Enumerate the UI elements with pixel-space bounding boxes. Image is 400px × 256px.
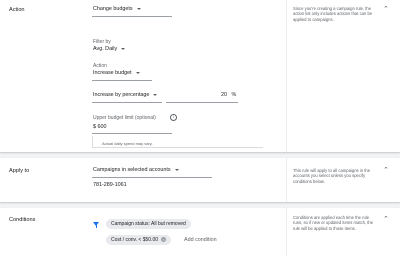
action-help-text: Since you're creating a campaign rule, t… (293, 6, 373, 22)
action-type-value: Change budgets (93, 6, 133, 12)
action-value: Increase budget (93, 70, 132, 76)
close-icon[interactable]: × (161, 237, 167, 243)
apply-scope-dropdown[interactable]: Campaigns in selected accounts (93, 167, 179, 173)
action-type-dropdown[interactable]: Change budgets (93, 6, 141, 12)
percent-value: 20 (221, 92, 227, 98)
apply-help-text: This rule will apply to all campaigns in… (293, 168, 371, 184)
action-underline (92, 80, 152, 81)
dropdown-caret-icon (136, 7, 141, 10)
dropdown-caret-icon (121, 47, 126, 50)
chevron-up-icon[interactable]: ⌃ (383, 167, 389, 174)
action-dropdown[interactable]: Increase budget (93, 70, 140, 76)
add-condition-button[interactable]: Add condition (184, 237, 217, 243)
chevron-up-icon[interactable]: ⌃ (383, 6, 389, 13)
info-icon[interactable]: i (170, 114, 177, 121)
percent-underline (166, 102, 238, 103)
percent-unit: % (231, 92, 237, 98)
condition-chip[interactable]: Cost / conv. < $50.00 × (106, 235, 172, 245)
conditions-help-text: Conditions are applied each time the rul… (293, 215, 374, 231)
help-divider (286, 158, 287, 202)
action-section-label: Action (9, 7, 25, 13)
method-underline (92, 102, 162, 103)
action-label: Action (93, 63, 107, 69)
condition-chip-label: Campaign status: All but removed (111, 221, 186, 227)
budget-limit-label: Upper budget limit (optional) (93, 115, 156, 121)
dropdown-caret-icon (174, 168, 179, 171)
account-id: 781-289-1061 (93, 182, 127, 188)
filter-by-value: Avg. Daily (93, 46, 118, 52)
dropdown-caret-icon (153, 93, 158, 96)
apply-to-section: Apply to Campaigns in selected accounts … (0, 158, 400, 202)
help-divider (286, 208, 287, 256)
budget-limit-underline (92, 133, 172, 134)
help-divider (286, 0, 287, 152)
budget-note: Actual daily spend may vary. (102, 141, 153, 146)
filter-icon-stem (95, 225, 98, 228)
filter-by-label: Filter by (93, 39, 111, 45)
method-dropdown[interactable]: Increase by percentage (93, 92, 158, 98)
action-type-underline (92, 16, 172, 17)
action-section: Action Change budgets Filter by Avg. Dai… (0, 0, 400, 152)
conditions-label: Conditions (9, 217, 36, 223)
apply-to-label: Apply to (9, 168, 30, 174)
budget-limit-input[interactable]: $ 600 (93, 124, 107, 130)
chevron-up-icon[interactable]: ⌃ (383, 216, 389, 223)
dropdown-caret-icon (135, 71, 140, 74)
condition-chip[interactable]: Campaign status: All but removed (106, 219, 191, 229)
condition-chip-label: Cost / conv. < $50.00 (111, 237, 159, 243)
method-value: Increase by percentage (93, 92, 150, 98)
percent-input[interactable]: 20 % (221, 92, 236, 98)
apply-scope-underline (92, 177, 212, 178)
conditions-section: Conditions Conditions are applied each t… (0, 208, 400, 256)
apply-scope-value: Campaigns in selected accounts (93, 167, 171, 173)
filter-by-dropdown[interactable]: Avg. Daily (93, 46, 126, 52)
